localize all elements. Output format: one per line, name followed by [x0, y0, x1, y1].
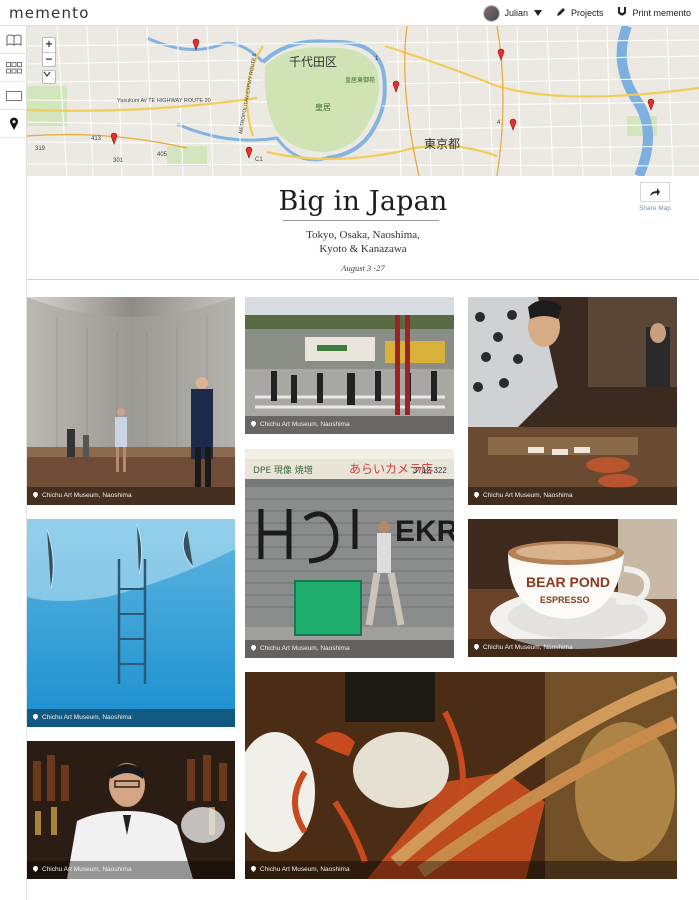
photo-crab-chopsticks: [245, 672, 677, 879]
grid-icon: [5, 61, 22, 74]
photo-caption: Chichu Art Museum, Naoshima: [27, 709, 235, 727]
photo-caption-text: Chichu Art Museum, Naoshima: [42, 866, 132, 873]
location-pin-icon: [472, 490, 481, 499]
chevron-down-icon: [43, 71, 51, 77]
location-pin-icon: [249, 643, 258, 652]
photo-card-7[interactable]: Chichu Art Museum, Naoshima: [27, 741, 235, 879]
photo-swimming-pool: [27, 519, 235, 727]
user-menu[interactable]: Julian: [483, 4, 542, 22]
user-name: Julian: [504, 8, 528, 18]
location-pin-icon: [249, 419, 258, 428]
share-map-button[interactable]: Share Map: [638, 182, 672, 212]
photo-caption: Chichu Art Museum, Naoshima: [245, 861, 677, 879]
trip-dates: August 3 -27: [341, 263, 385, 273]
trip-places-line-2: Kyoto & Kanazawa: [319, 243, 407, 255]
photo-restaurant-chef: [468, 297, 677, 505]
app-logo[interactable]: memento: [9, 4, 90, 22]
grid-view-button[interactable]: [0, 54, 27, 82]
photo-caption-text: Chichu Art Museum, Naoshima: [260, 421, 350, 428]
location-pin-icon: [9, 117, 19, 131]
share-map-label: Share Map: [639, 205, 671, 212]
map-canvas: 千代田区 東京都 皇居東御苑 皇居 Yasukuni Av TE HIGHWAY…: [27, 26, 699, 176]
photo-card-4[interactable]: Chichu Art Museum, Naoshima: [27, 519, 235, 727]
cup-text-line-1: BEAR POND: [526, 574, 610, 590]
trip-title: Big in Japan: [278, 186, 448, 217]
map-label-319: 319: [35, 146, 46, 152]
map-type-dropdown[interactable]: [42, 70, 56, 84]
top-nav: Julian Projects Print memento: [469, 3, 691, 23]
print-memento-label: Print memento: [632, 8, 691, 18]
map-label-imperial: 皇居: [315, 102, 331, 112]
photo-caption: Chichu Art Museum, Naoshima: [245, 640, 454, 658]
left-sidebar: [0, 26, 27, 900]
photo-card-8[interactable]: Chichu Art Museum, Naoshima: [245, 672, 677, 879]
location-pin-icon: [31, 712, 40, 721]
projects-label: Projects: [570, 8, 604, 18]
photo-caption-text: Chichu Art Museum, Naoshima: [483, 644, 573, 651]
photo-graffiti-shutter: DPE 現像 焼増 あらいカメラ店 3712-322 EKR: [245, 449, 454, 658]
photo-caption-text: Chichu Art Museum, Naoshima: [42, 714, 132, 721]
photo-caption-text: Chichu Art Museum, Naoshima: [483, 492, 573, 499]
sign-banner-text: DPE 現像 焼増: [253, 464, 313, 476]
map-zoom-control: + −: [42, 37, 56, 67]
avatar: [483, 4, 501, 22]
map-label-405: 405: [157, 152, 168, 158]
photo-museum-atrium: [27, 297, 235, 505]
projects-link[interactable]: Projects: [556, 7, 604, 20]
print-icon: [617, 6, 627, 21]
map-label-route20: Yasukuni Av TE HIGHWAY ROUTE 20: [117, 98, 211, 104]
pencil-icon: [556, 7, 566, 20]
photo-caption-text: Chichu Art Museum, Naoshima: [260, 866, 350, 873]
trip-places-line-1: Tokyo, Osaka, Naoshima,: [306, 229, 420, 241]
location-pin-icon: [31, 490, 40, 499]
zoom-out-button[interactable]: −: [43, 52, 55, 66]
photo-bear-pond-coffee: BEAR POND ESPRESSO: [468, 519, 677, 657]
book-icon: [6, 34, 22, 46]
photo-card-6[interactable]: BEAR POND ESPRESSO Chichu Art Museum, Na…: [468, 519, 677, 657]
graffiti-text: EKR: [395, 515, 454, 548]
top-bar: memento Julian Projects Print memento: [0, 0, 699, 26]
location-pin-icon: [472, 642, 481, 651]
cup-text-line-2: ESPRESSO: [540, 595, 590, 605]
photo-caption: Chichu Art Museum, Naoshima: [27, 487, 235, 505]
print-memento-link[interactable]: Print memento: [617, 6, 691, 21]
photo-card-5[interactable]: DPE 現像 焼増 あらいカメラ店 3712-322 EKR Chichu Ar…: [245, 449, 454, 658]
map-label-413: 413: [91, 136, 102, 142]
share-arrow-icon: [650, 188, 660, 196]
photo-caption: Chichu Art Museum, Naoshima: [468, 487, 677, 505]
single-view-icon: [5, 90, 22, 102]
book-view-button[interactable]: [0, 26, 27, 54]
photo-card-3[interactable]: Chichu Art Museum, Naoshima: [468, 297, 677, 505]
zoom-in-button[interactable]: +: [43, 38, 55, 52]
photo-caption: Chichu Art Museum, Naoshima: [468, 639, 677, 657]
photo-caption: Chichu Art Museum, Naoshima: [27, 861, 235, 879]
map-view-button[interactable]: [0, 110, 27, 138]
map-label-tokyo: 東京都: [424, 137, 460, 151]
map-label-301: 301: [113, 158, 124, 164]
trip-map[interactable]: 千代田区 東京都 皇居東御苑 皇居 Yasukuni Av TE HIGHWAY…: [27, 26, 699, 176]
location-pin-icon: [31, 864, 40, 873]
photo-street-crossing: [245, 297, 454, 434]
photo-caption-text: Chichu Art Museum, Naoshima: [260, 645, 350, 652]
trip-header: Big in Japan Tokyo, Osaka, Naoshima, Kyo…: [27, 176, 699, 280]
map-label-kokyo: 皇居東御苑: [345, 76, 375, 84]
chevron-down-icon: [533, 10, 542, 16]
sign-phone-text: 3712-322: [413, 466, 447, 475]
map-label-chiyoda: 千代田区: [289, 55, 337, 69]
map-label-c1: C1: [255, 157, 263, 163]
photo-card-1[interactable]: Chichu Art Museum, Naoshima: [27, 297, 235, 505]
photo-bartender: [27, 741, 235, 879]
title-divider: [283, 220, 439, 221]
photo-caption: Chichu Art Museum, Naoshima: [245, 416, 454, 434]
share-icon-box: [640, 182, 670, 202]
single-view-button[interactable]: [0, 82, 27, 110]
photo-card-2[interactable]: Chichu Art Museum, Naoshima: [245, 297, 454, 434]
photo-caption-text: Chichu Art Museum, Naoshima: [42, 492, 132, 499]
location-pin-icon: [249, 864, 258, 873]
trip-places: Tokyo, Osaka, Naoshima, Kyoto & Kanazawa: [27, 228, 699, 256]
